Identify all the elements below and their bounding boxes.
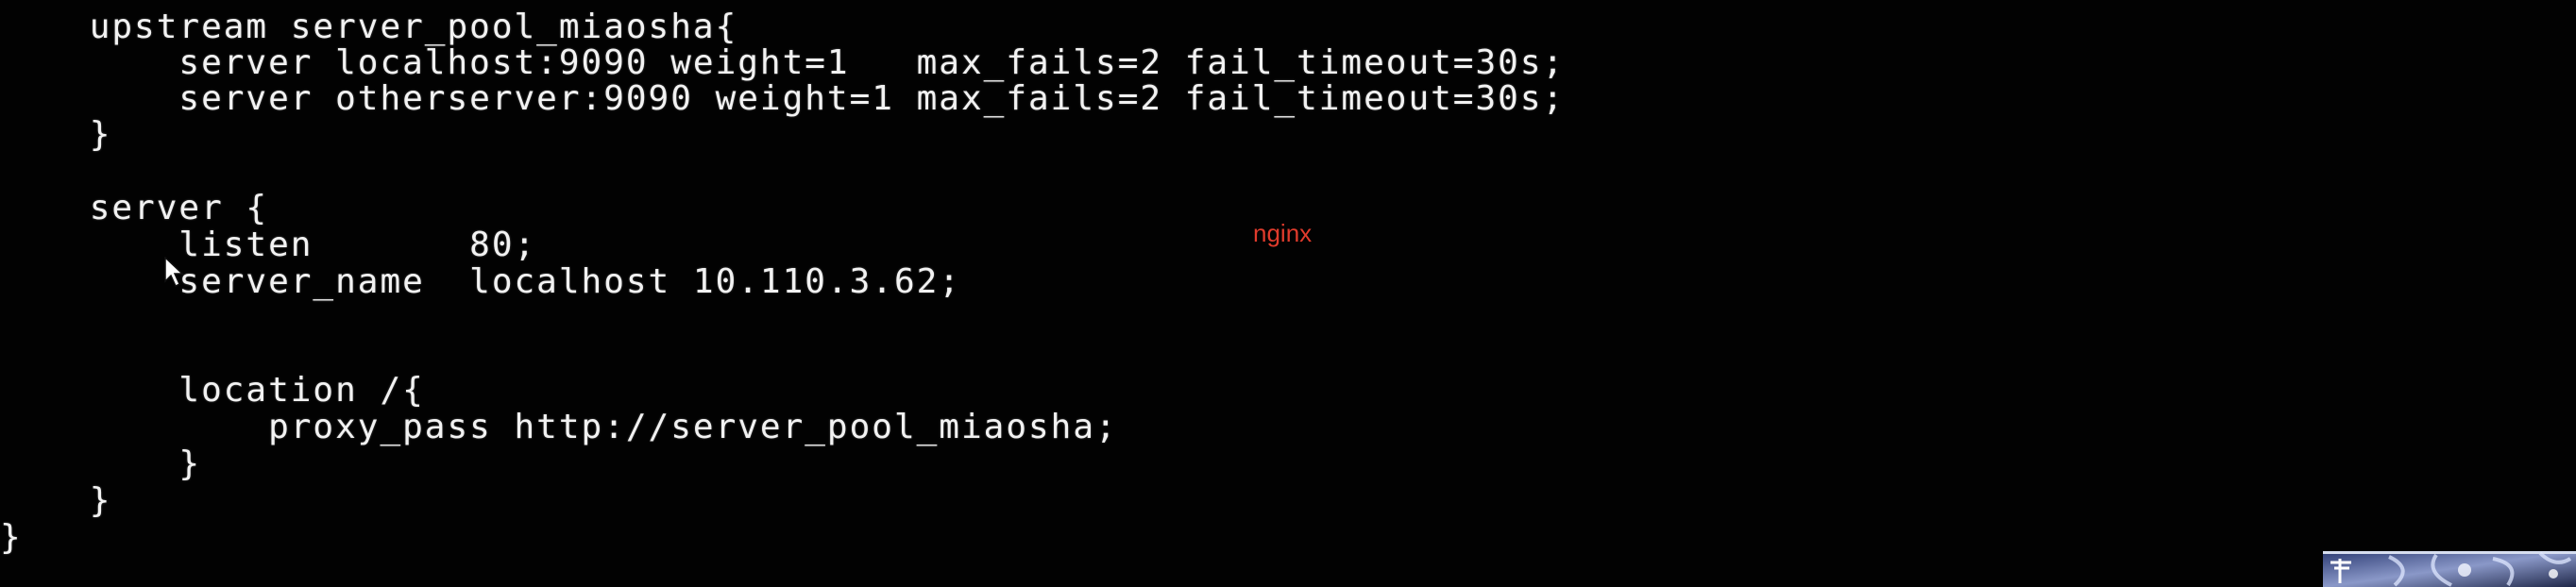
code-line: server_name localhost 10.110.3.62; bbox=[0, 262, 961, 301]
code-line: location /{ bbox=[0, 371, 425, 410]
code-line: } bbox=[0, 518, 23, 557]
code-line: proxy_pass http://server_pool_miaosha; bbox=[0, 408, 1118, 446]
mouse-pointer-icon bbox=[164, 256, 187, 289]
desktop-wallpaper-thumbnail bbox=[2323, 551, 2576, 587]
terminal-window[interactable]: upstream server_pool_miaosha{ server loc… bbox=[0, 0, 2576, 587]
nginx-label: nginx bbox=[1253, 219, 1313, 247]
code-line: upstream server_pool_miaosha{ bbox=[0, 8, 738, 46]
code-line: } bbox=[0, 481, 112, 520]
code-line: listen 80; bbox=[0, 226, 537, 264]
code-line: } bbox=[0, 115, 112, 154]
code-line: } bbox=[0, 444, 202, 483]
code-line: server otherserver:9090 weight=1 max_fai… bbox=[0, 79, 1566, 118]
code-line: server localhost:9090 weight=1 max_fails… bbox=[0, 43, 1566, 82]
code-line: server { bbox=[0, 189, 269, 227]
